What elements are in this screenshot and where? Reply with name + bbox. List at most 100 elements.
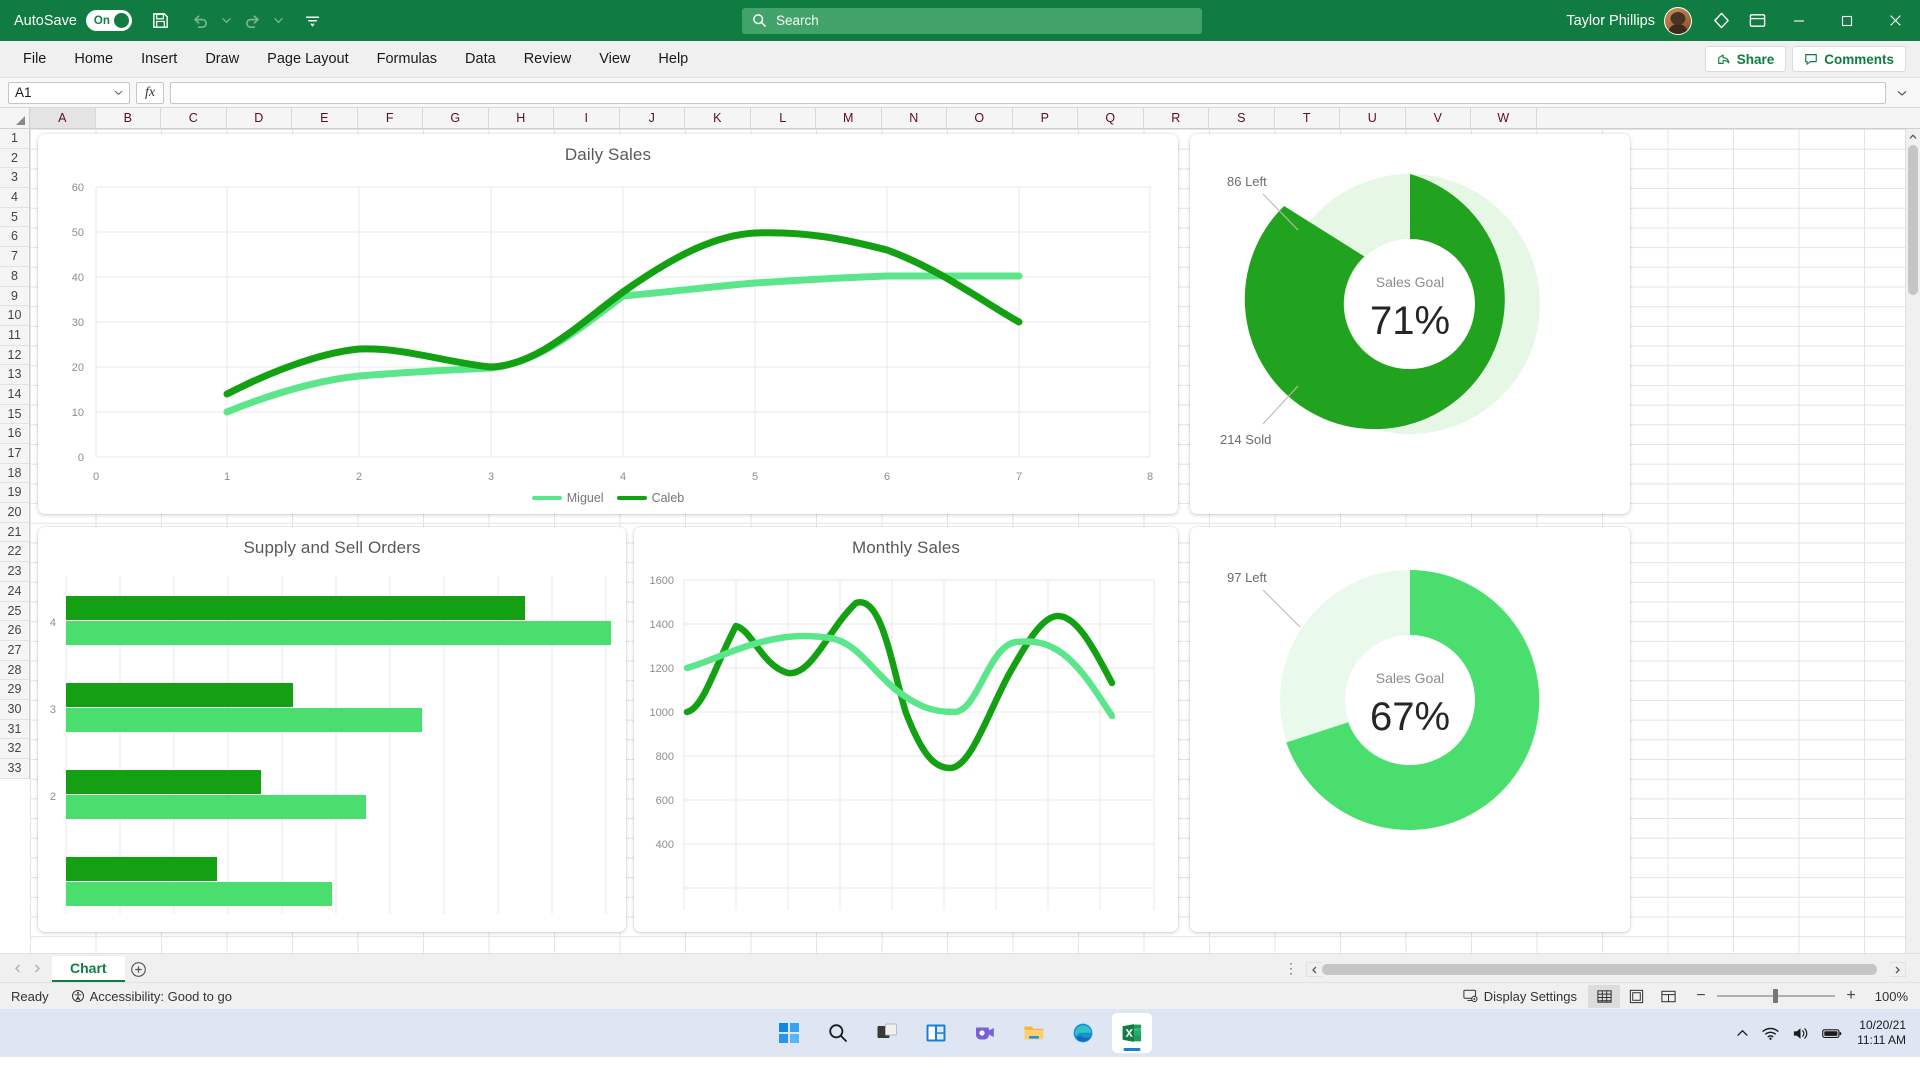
column-header-V[interactable]: V <box>1405 108 1471 128</box>
column-header-J[interactable]: J <box>619 108 685 128</box>
row-header-20[interactable]: 20 <box>0 503 29 523</box>
legend-item-caleb[interactable]: Caleb <box>616 491 684 505</box>
column-header-A[interactable]: A <box>30 108 96 128</box>
row-header-25[interactable]: 25 <box>0 602 29 622</box>
formula-input[interactable] <box>170 81 1886 104</box>
row-header-26[interactable]: 26 <box>0 621 29 641</box>
share-button[interactable]: Share <box>1704 46 1787 72</box>
undo-chevron-down-icon[interactable] <box>218 4 236 38</box>
row-header-12[interactable]: 12 <box>0 346 29 366</box>
row-header-13[interactable]: 13 <box>0 365 29 385</box>
clock[interactable]: 10/20/21 11:11 AM <box>1857 1018 1906 1048</box>
row-header-18[interactable]: 18 <box>0 464 29 484</box>
card-supply-sell-orders[interactable]: Supply and Sell Orders 4 3 2 <box>38 527 626 932</box>
row-header-29[interactable]: 29 <box>0 680 29 700</box>
zoom-out-button[interactable]: − <box>1694 987 1708 1005</box>
row-header-1[interactable]: 1 <box>0 129 29 149</box>
column-header-M[interactable]: M <box>816 108 882 128</box>
comments-button[interactable]: Comments <box>1792 46 1906 72</box>
widgets-icon[interactable] <box>916 1013 956 1053</box>
column-header-N[interactable]: N <box>881 108 947 128</box>
hscroll-right-arrow-icon[interactable] <box>1890 966 1905 974</box>
column-header-S[interactable]: S <box>1209 108 1275 128</box>
search-input[interactable]: Search <box>742 7 1202 34</box>
page-break-view-button[interactable] <box>1652 985 1684 1008</box>
column-header-W[interactable]: W <box>1471 108 1537 128</box>
card-monthly-sales[interactable]: Monthly Sales 1600 1400 1200 1000 800 60… <box>634 527 1178 932</box>
tab-formulas[interactable]: Formulas <box>364 45 450 74</box>
card-sales-goal-71[interactable]: 86 Left 214 Sold Sales Goal 71% <box>1190 134 1630 514</box>
tab-home[interactable]: Home <box>61 45 126 74</box>
minimize-button[interactable] <box>1776 0 1822 41</box>
tab-view[interactable]: View <box>586 45 643 74</box>
column-header-P[interactable]: P <box>1012 108 1078 128</box>
tab-data[interactable]: Data <box>452 45 509 74</box>
user-name[interactable]: Taylor Phillips <box>1566 13 1655 29</box>
card-sales-goal-67[interactable]: 97 Left Sales Goal 67% <box>1190 527 1630 932</box>
row-header-16[interactable]: 16 <box>0 424 29 444</box>
row-header-21[interactable]: 21 <box>0 523 29 543</box>
tab-review[interactable]: Review <box>511 45 585 74</box>
autosave-group[interactable]: AutoSave On <box>14 10 132 31</box>
column-header-T[interactable]: T <box>1274 108 1340 128</box>
vertical-scroll-thumb[interactable] <box>1908 145 1918 295</box>
row-header-32[interactable]: 32 <box>0 739 29 759</box>
sheet-prev-arrow-icon[interactable] <box>9 960 26 977</box>
start-icon[interactable] <box>769 1013 809 1053</box>
tab-draw[interactable]: Draw <box>192 45 252 74</box>
zoom-track[interactable] <box>1717 989 1835 1003</box>
row-header-23[interactable]: 23 <box>0 562 29 582</box>
avatar[interactable] <box>1664 6 1692 35</box>
zoom-level[interactable]: 100% <box>1868 989 1908 1004</box>
maximize-button[interactable] <box>1824 0 1870 41</box>
save-icon[interactable] <box>144 4 178 38</box>
row-header-22[interactable]: 22 <box>0 542 29 563</box>
row-header-6[interactable]: 6 <box>0 227 29 248</box>
column-header-L[interactable]: L <box>750 108 816 128</box>
row-header-11[interactable]: 11 <box>0 326 29 346</box>
column-header-U[interactable]: U <box>1340 108 1406 128</box>
column-header-F[interactable]: F <box>357 108 423 128</box>
show-hidden-icons[interactable] <box>1736 1027 1749 1040</box>
sheet-next-arrow-icon[interactable] <box>28 960 45 977</box>
column-header-O[interactable]: O <box>947 108 1013 128</box>
column-header-I[interactable]: I <box>554 108 620 128</box>
sheet-options-icon[interactable]: ⋮ <box>1284 960 1306 982</box>
row-header-5[interactable]: 5 <box>0 208 29 228</box>
row-header-17[interactable]: 17 <box>0 444 29 464</box>
column-header-Q[interactable]: Q <box>1078 108 1144 128</box>
task-view-icon[interactable] <box>867 1013 907 1053</box>
select-all-corner[interactable] <box>0 108 30 128</box>
display-settings-button[interactable]: Display Settings <box>1452 983 1588 1010</box>
tab-help[interactable]: Help <box>645 45 701 74</box>
row-header-30[interactable]: 30 <box>0 700 29 720</box>
close-button[interactable] <box>1872 0 1918 41</box>
cells-area[interactable]: Daily Sales 60 50 40 30 20 10 0 0 1 2 3 … <box>30 129 1905 953</box>
volume-icon[interactable] <box>1792 1026 1809 1041</box>
add-sheet-button[interactable] <box>125 956 153 982</box>
row-header-2[interactable]: 2 <box>0 149 29 169</box>
legend-item-miguel[interactable]: Miguel <box>531 491 604 505</box>
vertical-scrollbar[interactable] <box>1905 129 1920 953</box>
row-header-27[interactable]: 27 <box>0 641 29 661</box>
battery-icon[interactable] <box>1822 1027 1842 1040</box>
ribbon-display-options-icon[interactable] <box>1740 4 1774 38</box>
row-header-19[interactable]: 19 <box>0 483 29 504</box>
hscroll-track[interactable] <box>1322 962 1890 977</box>
tab-file[interactable]: File <box>10 45 59 74</box>
row-header-9[interactable]: 9 <box>0 287 29 307</box>
redo-icon[interactable] <box>236 4 270 38</box>
row-header-33[interactable]: 33 <box>0 759 29 779</box>
edge-icon[interactable] <box>1063 1013 1103 1053</box>
teams-icon[interactable] <box>965 1013 1005 1053</box>
card-daily-sales[interactable]: Daily Sales 60 50 40 30 20 10 0 0 1 2 3 … <box>38 134 1178 514</box>
column-header-D[interactable]: D <box>226 108 292 128</box>
autosave-toggle[interactable]: On <box>85 10 132 31</box>
column-header-R[interactable]: R <box>1143 108 1209 128</box>
row-header-14[interactable]: 14 <box>0 385 29 405</box>
wifi-icon[interactable] <box>1762 1026 1779 1041</box>
undo-icon[interactable] <box>184 4 218 38</box>
hscroll-left-arrow-icon[interactable] <box>1307 966 1322 974</box>
zoom-knob[interactable] <box>1773 989 1778 1003</box>
page-layout-view-button[interactable] <box>1620 985 1652 1008</box>
